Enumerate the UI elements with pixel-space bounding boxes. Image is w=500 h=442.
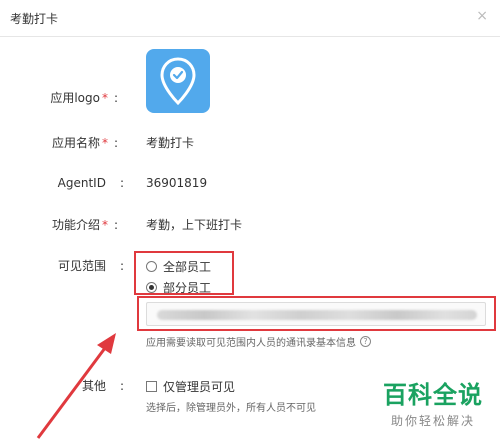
name-label-row: 应用名称 *: — [8, 134, 118, 151]
required-mark: * — [101, 91, 108, 105]
watermark-logo: 百科全说 助你轻松解决 — [377, 380, 489, 429]
colon: : — [119, 259, 124, 273]
intro-label: 功能介绍 — [51, 218, 100, 232]
dialog-header: 考勤打卡 × — [0, 0, 500, 37]
colon: : — [113, 218, 118, 232]
highlight-box-member-select — [137, 296, 496, 331]
app-name-value: 考勤打卡 — [146, 136, 195, 150]
agentid-label-row: AgentID: — [14, 176, 124, 190]
scope-hint: 应用需要读取可见范围内人员的通讯录基本信息 ? — [146, 334, 371, 349]
close-icon[interactable]: × — [476, 8, 488, 24]
admin-only-checkbox[interactable]: 仅管理员可见 — [146, 378, 235, 395]
agentid-label: AgentID — [57, 176, 106, 190]
colon: : — [119, 176, 124, 190]
admin-only-label: 仅管理员可见 — [163, 380, 236, 394]
watermark-title: 百科全说 — [383, 381, 483, 409]
other-label: 其他 — [81, 379, 106, 393]
other-hint-text: 选择后，除管理员外，所有人员不可见 — [146, 403, 316, 414]
help-icon[interactable]: ? — [360, 336, 371, 347]
scope-label-row: 可见范围: — [14, 257, 124, 274]
intro-value: 考勤，上下班打卡 — [146, 218, 243, 232]
colon: : — [113, 91, 118, 105]
agentid-value: 36901819 — [146, 176, 208, 190]
checkbox-box[interactable] — [146, 381, 157, 392]
required-mark: * — [101, 218, 108, 232]
intro-label-row: 功能介绍 *: — [8, 216, 118, 233]
watermark-subtitle: 助你轻松解决 — [390, 414, 475, 428]
colon: : — [119, 379, 124, 393]
required-mark: * — [101, 136, 108, 150]
logo-label-row: 应用logo *: — [8, 89, 118, 106]
scope-hint-text: 应用需要读取可见范围内人员的通讯录基本信息 — [146, 338, 356, 349]
scope-label: 可见范围 — [57, 259, 106, 273]
name-label: 应用名称 — [51, 136, 100, 150]
dialog-title: 考勤打卡 — [10, 12, 59, 26]
other-hint: 选择后，除管理员外，所有人员不可见 — [146, 399, 316, 414]
colon: : — [113, 136, 118, 150]
location-check-icon — [160, 57, 196, 105]
other-label-row: 其他: — [14, 377, 124, 394]
logo-label: 应用logo — [50, 91, 100, 105]
highlight-box-scope-options — [134, 251, 234, 295]
app-logo[interactable] — [146, 49, 210, 113]
